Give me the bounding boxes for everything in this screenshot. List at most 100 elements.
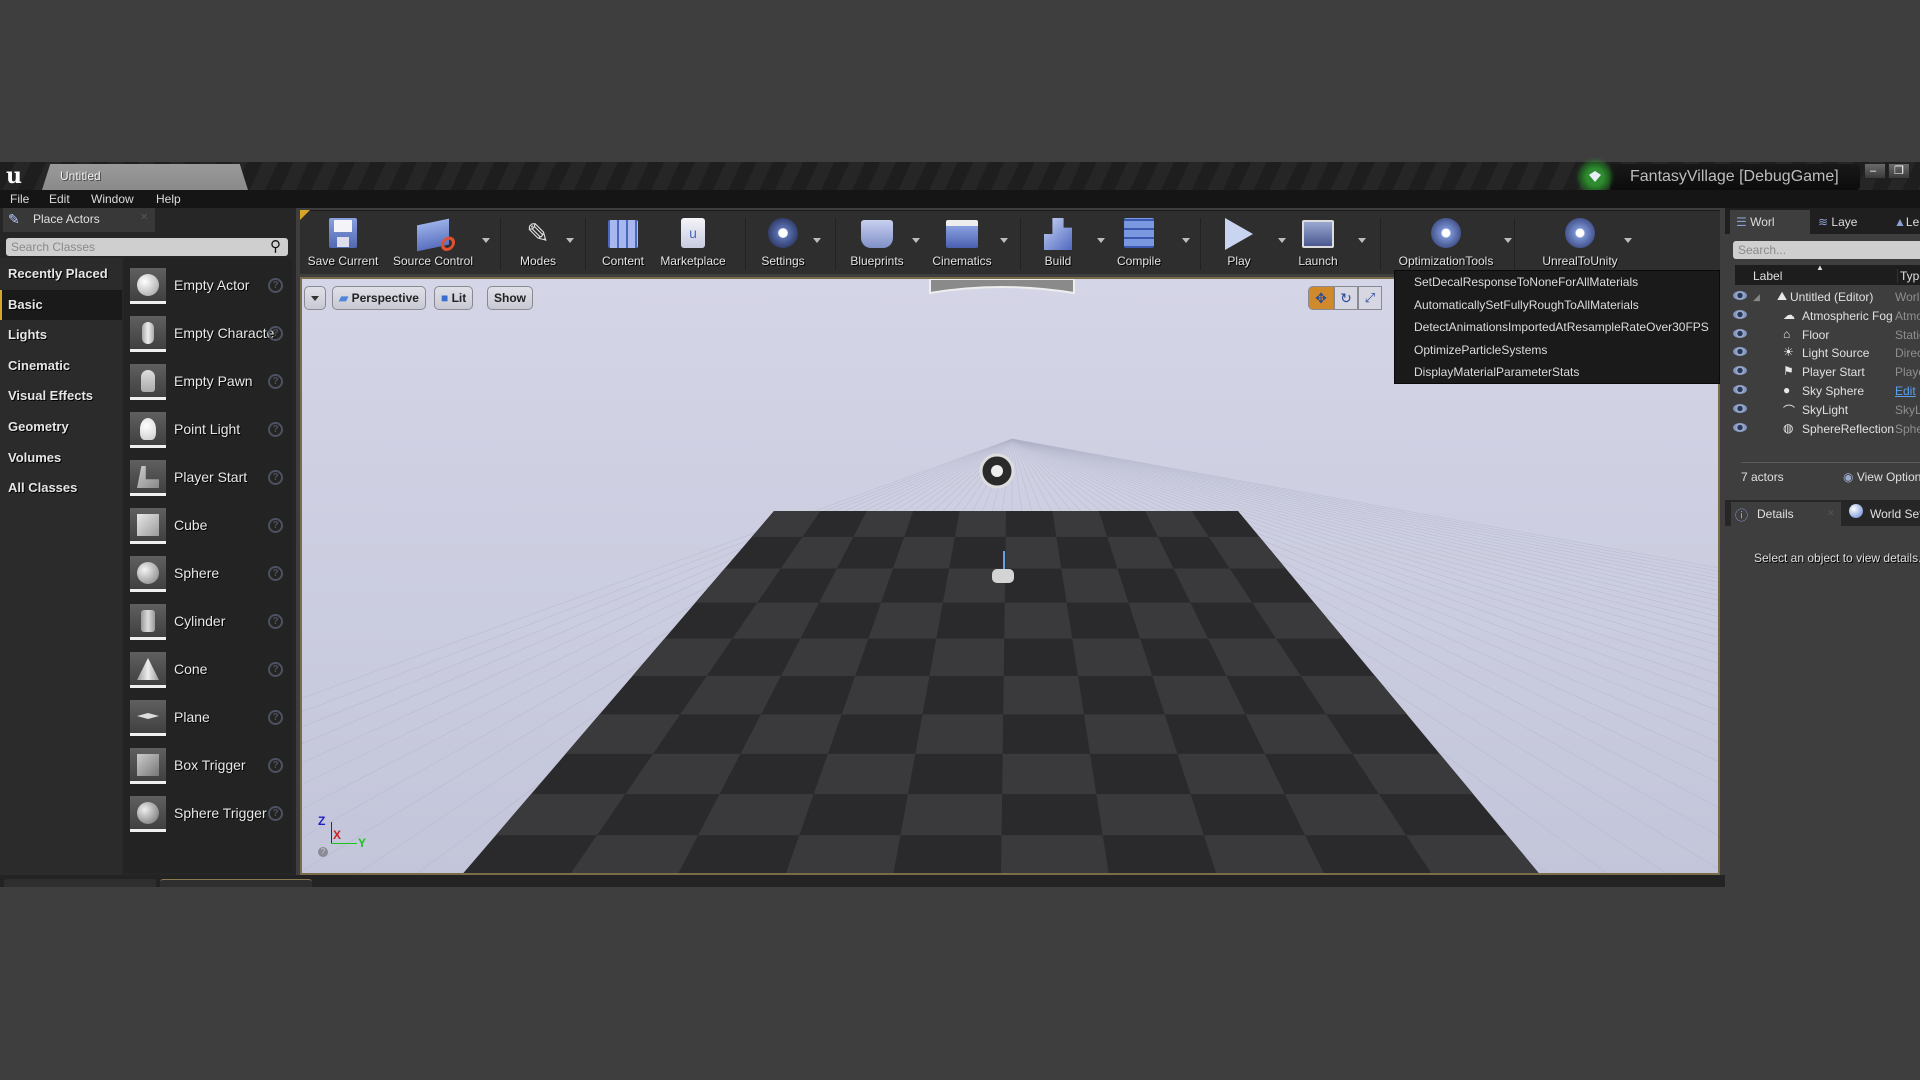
toolbar-content-button[interactable]: Content <box>592 213 654 271</box>
dropdown-arrow-icon[interactable] <box>1000 238 1008 243</box>
scale-tool-icon[interactable]: ⤢ <box>1358 286 1382 310</box>
tab-world-outliner[interactable]: ☰ Worl <box>1730 210 1810 234</box>
outliner-row[interactable]: ● Sky Sphere Edit <box>1733 382 1920 400</box>
search-classes-input[interactable] <box>6 238 288 256</box>
category-geometry[interactable]: Geometry <box>0 412 122 442</box>
actor-item-empty-pawn[interactable]: Empty Pawn? <box>130 362 290 406</box>
show-button[interactable]: Show <box>487 286 533 310</box>
toolbar-marketplace-button[interactable]: u Marketplace <box>656 213 730 271</box>
close-tab-icon[interactable]: ✕ <box>140 212 148 223</box>
dropdown-arrow-icon[interactable] <box>1624 238 1632 243</box>
outliner-row-type[interactable]: Edit <box>1895 384 1920 398</box>
help-icon[interactable]: ? <box>268 566 283 581</box>
toolbar-compile-button[interactable]: Compile <box>1108 213 1170 271</box>
column-label[interactable]: Label <box>1753 269 1782 283</box>
dropdown-arrow-icon[interactable] <box>912 238 920 243</box>
view-options-button[interactable]: ◉ View Options <box>1843 470 1920 484</box>
menu-item-set-fully-rough[interactable]: AutomaticallySetFullyRoughToAllMaterials <box>1414 298 1639 312</box>
visibility-eye-icon[interactable] <box>1733 385 1747 394</box>
unreal-logo-icon[interactable]: u <box>2 164 26 188</box>
visibility-eye-icon[interactable] <box>1733 422 1747 432</box>
toolbar-settings-button[interactable]: Settings <box>750 213 816 271</box>
perspective-button[interactable]: ▰ Perspective <box>332 286 426 310</box>
actor-item-cube[interactable]: Cube? <box>130 506 290 550</box>
tab-levels[interactable]: ▲Le <box>1890 210 1920 234</box>
actor-item-player-start[interactable]: Player Start? <box>130 458 290 502</box>
minimize-button[interactable]: – <box>1864 163 1886 179</box>
outliner-row[interactable]: ⌂ Floor StaticMeshActor <box>1733 326 1920 344</box>
toolbar-optimizationtools-button[interactable]: OptimizationTools <box>1390 213 1502 271</box>
outliner-row[interactable]: ☀ Light Source DirectionalLight <box>1733 344 1920 362</box>
menu-window[interactable]: Window <box>91 190 134 208</box>
toolbar-unrealtounity-button[interactable]: UnrealToUnity <box>1520 213 1640 271</box>
actor-item-empty-character[interactable]: Empty Character? <box>130 314 290 358</box>
outliner-row[interactable]: ⌒ SkyLight SkyLight <box>1733 401 1920 419</box>
help-icon[interactable]: ? <box>268 278 283 293</box>
visibility-eye-icon[interactable] <box>1733 366 1747 376</box>
column-type[interactable]: Type <box>1897 269 1920 283</box>
restore-button[interactable]: ❐ <box>1888 163 1910 179</box>
toolbar-source-control-button[interactable]: Source Control <box>388 213 478 271</box>
expand-arrow-icon[interactable]: ◢ <box>1753 292 1760 303</box>
dropdown-arrow-icon[interactable] <box>566 238 574 243</box>
dropdown-arrow-icon[interactable] <box>482 238 490 243</box>
toolbar-blueprints-button[interactable]: Blueprints <box>840 213 914 271</box>
help-icon[interactable]: ? <box>268 710 283 725</box>
dropdown-arrow-icon[interactable] <box>813 238 821 243</box>
bottom-tab-content-browser[interactable] <box>4 879 156 887</box>
actor-item-point-light[interactable]: Point Light? <box>130 410 290 454</box>
dropdown-arrow-icon[interactable] <box>1182 238 1190 243</box>
outliner-row[interactable]: ☁ Atmospheric FogAtmosphericFog <box>1733 307 1920 325</box>
viewport-help-icon[interactable]: ? <box>318 847 328 857</box>
project-badge-icon[interactable] <box>1580 162 1610 192</box>
category-recently-placed[interactable]: Recently Placed <box>0 259 122 289</box>
category-cinematic[interactable]: Cinematic <box>0 351 122 381</box>
bottom-tab-output[interactable] <box>160 879 312 887</box>
actor-item-plane[interactable]: Plane? <box>130 698 290 742</box>
search-icon[interactable]: ⚲ <box>270 237 281 255</box>
help-icon[interactable]: ? <box>268 806 283 821</box>
actor-item-sphere[interactable]: Sphere? <box>130 554 290 598</box>
actor-item-box-trigger[interactable]: Box Trigger? <box>130 746 290 790</box>
rotate-tool-icon[interactable]: ↻ <box>1334 286 1358 310</box>
dropdown-arrow-icon[interactable] <box>1097 238 1105 243</box>
menu-edit[interactable]: Edit <box>49 190 70 208</box>
help-icon[interactable]: ? <box>268 614 283 629</box>
help-icon[interactable]: ? <box>268 518 283 533</box>
outliner-row[interactable]: ◢ ⛰Untitled (Editor) World <box>1733 288 1920 306</box>
menu-file[interactable]: File <box>10 190 29 208</box>
category-basic[interactable]: Basic <box>0 290 122 320</box>
category-all-classes[interactable]: All Classes <box>0 473 122 503</box>
category-visual-effects[interactable]: Visual Effects <box>0 381 122 411</box>
actor-item-cylinder[interactable]: Cylinder? <box>130 602 290 646</box>
actor-item-sphere-trigger[interactable]: Sphere Trigger? <box>130 794 290 838</box>
toolbar-cinematics-button[interactable]: Cinematics <box>922 213 1002 271</box>
visibility-eye-icon[interactable] <box>1733 403 1747 413</box>
visibility-eye-icon[interactable] <box>1733 328 1747 338</box>
viewport-options-button[interactable] <box>304 286 326 310</box>
dropdown-arrow-icon[interactable] <box>1358 238 1366 243</box>
help-icon[interactable]: ? <box>268 374 283 389</box>
menu-item-optimize-particles[interactable]: OptimizeParticleSystems <box>1414 343 1547 357</box>
menu-item-material-stats[interactable]: DisplayMaterialParameterStats <box>1414 365 1579 379</box>
toolbar-launch-button[interactable]: Launch <box>1288 213 1348 271</box>
toolbar-save-current-button[interactable]: Save Current <box>304 213 382 271</box>
actor-item-empty-actor[interactable]: Empty Actor? <box>130 266 290 310</box>
actor-item-cone[interactable]: Cone? <box>130 650 290 694</box>
category-volumes[interactable]: Volumes <box>0 443 122 473</box>
toolbar-play-button[interactable]: Play <box>1208 213 1270 271</box>
toolbar-build-button[interactable]: Build <box>1028 213 1088 271</box>
close-tab-icon[interactable]: ✕ <box>1827 508 1835 519</box>
menu-item-detect-animations[interactable]: DetectAnimationsImportedAtResampleRateOv… <box>1414 320 1709 334</box>
tab-layers[interactable]: ≋ Laye <box>1812 210 1890 234</box>
menu-item-set-decal-response[interactable]: SetDecalResponseToNoneForAllMaterials <box>1414 275 1638 289</box>
help-icon[interactable]: ? <box>268 326 283 341</box>
menu-help[interactable]: Help <box>156 190 181 208</box>
dropdown-arrow-icon[interactable] <box>1504 238 1512 243</box>
visibility-eye-icon[interactable] <box>1733 347 1747 357</box>
outliner-row[interactable]: ◍ SphereReflectionCaptureSphereReflection… <box>1733 420 1920 438</box>
visibility-eye-icon[interactable] <box>1733 291 1747 300</box>
help-icon[interactable]: ? <box>268 758 283 773</box>
toolbar-modes-button[interactable]: ✎ Modes <box>508 213 568 271</box>
outliner-row[interactable]: ⚑ Player Start PlayerStart <box>1733 363 1920 381</box>
